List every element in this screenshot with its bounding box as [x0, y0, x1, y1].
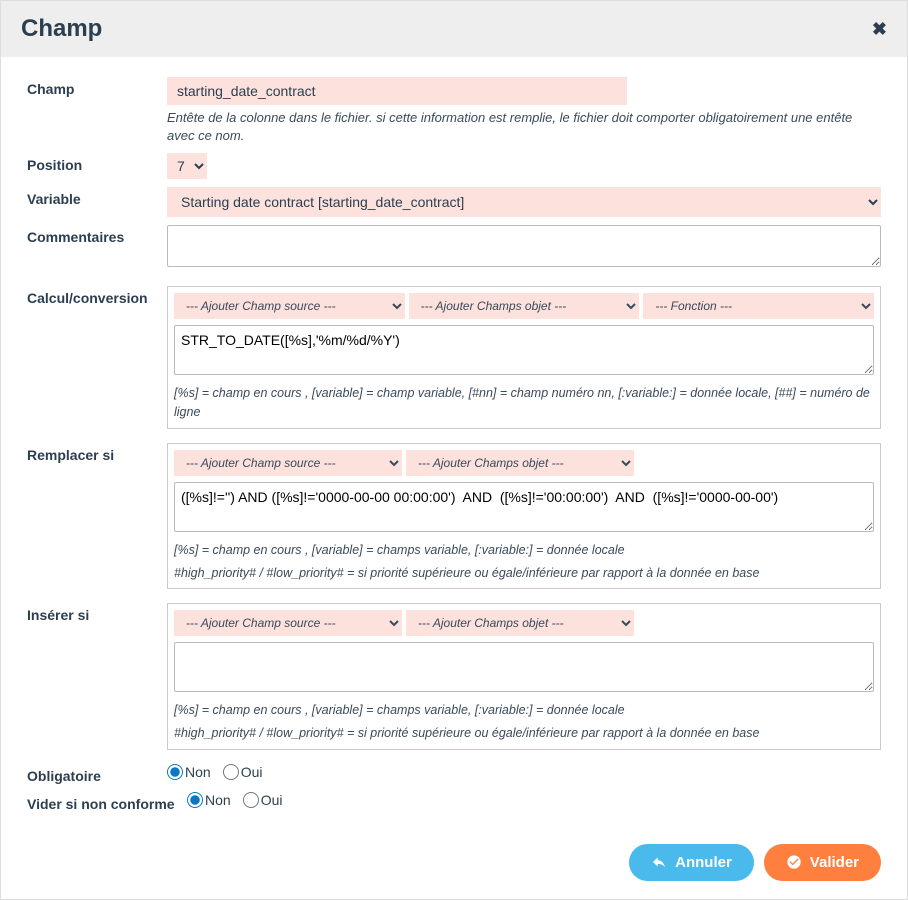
reply-icon — [651, 854, 667, 870]
label-champ: Champ — [27, 77, 167, 97]
position-select[interactable]: 7 — [167, 153, 207, 179]
remplacer-group: --- Ajouter Champ source --- --- Ajouter… — [167, 443, 881, 590]
label-inserer: Insérer si — [27, 603, 167, 623]
remplacer-hint1: [%s] = champ en cours , [variable] = cha… — [174, 541, 874, 560]
remplacer-hint2: #high_priority# / #low_priority# = si pr… — [174, 564, 874, 583]
label-obligatoire: Obligatoire — [27, 764, 167, 784]
inserer-textarea[interactable] — [174, 642, 874, 692]
obligatoire-radio-oui[interactable] — [223, 764, 239, 780]
calcul-select-source[interactable]: --- Ajouter Champ source --- — [174, 293, 405, 319]
dialog-content: Champ Entête de la colonne dans le fichi… — [1, 57, 907, 830]
champ-input[interactable] — [167, 77, 627, 105]
label-remplacer: Remplacer si — [27, 443, 167, 463]
remplacer-select-source[interactable]: --- Ajouter Champ source --- — [174, 450, 402, 476]
inserer-hint2: #high_priority# / #low_priority# = si pr… — [174, 724, 874, 743]
obligatoire-radio-non[interactable] — [167, 764, 183, 780]
vider-oui[interactable]: Oui — [243, 792, 283, 808]
obligatoire-oui[interactable]: Oui — [223, 764, 263, 780]
calcul-select-fonction[interactable]: --- Fonction --- — [643, 293, 874, 319]
inserer-hint1: [%s] = champ en cours , [variable] = cha… — [174, 701, 874, 720]
remplacer-textarea[interactable]: ([%s]!='') AND ([%s]!='0000-00-00 00:00:… — [174, 482, 874, 532]
label-commentaires: Commentaires — [27, 225, 167, 245]
dialog-title: Champ — [21, 15, 102, 43]
label-calcul: Calcul/conversion — [27, 286, 167, 306]
inserer-select-source[interactable]: --- Ajouter Champ source --- — [174, 610, 402, 636]
remplacer-select-objet[interactable]: --- Ajouter Champs objet --- — [406, 450, 634, 476]
vider-radio-group: Non Oui — [187, 792, 881, 808]
check-circle-icon — [786, 854, 802, 870]
cancel-button[interactable]: Annuler — [629, 844, 754, 881]
obligatoire-non[interactable]: Non — [167, 764, 211, 780]
label-vider: Vider si non conforme — [27, 792, 187, 812]
calcul-hint: [%s] = champ en cours , [variable] = cha… — [174, 384, 874, 422]
vider-non[interactable]: Non — [187, 792, 231, 808]
commentaires-textarea[interactable] — [167, 225, 881, 267]
inserer-select-objet[interactable]: --- Ajouter Champs objet --- — [406, 610, 634, 636]
dialog-header: Champ ✖ — [1, 1, 907, 57]
variable-select[interactable]: Starting date contract [starting_date_co… — [167, 187, 881, 217]
vider-radio-oui[interactable] — [243, 792, 259, 808]
dialog-champ: Champ ✖ Champ Entête de la colonne dans … — [0, 0, 908, 900]
vider-radio-non[interactable] — [187, 792, 203, 808]
dialog-footer: Annuler Valider — [1, 830, 907, 899]
label-position: Position — [27, 153, 167, 173]
calcul-select-objet[interactable]: --- Ajouter Champs objet --- — [409, 293, 640, 319]
label-variable: Variable — [27, 187, 167, 207]
obligatoire-radio-group: Non Oui — [167, 764, 881, 780]
calcul-group: --- Ajouter Champ source --- --- Ajouter… — [167, 286, 881, 429]
inserer-group: --- Ajouter Champ source --- --- Ajouter… — [167, 603, 881, 750]
calcul-textarea[interactable]: STR_TO_DATE([%s],'%m/%d/%Y') — [174, 325, 874, 375]
validate-button[interactable]: Valider — [764, 844, 881, 881]
close-icon[interactable]: ✖ — [872, 19, 887, 40]
champ-help: Entête de la colonne dans le fichier. si… — [167, 109, 881, 145]
